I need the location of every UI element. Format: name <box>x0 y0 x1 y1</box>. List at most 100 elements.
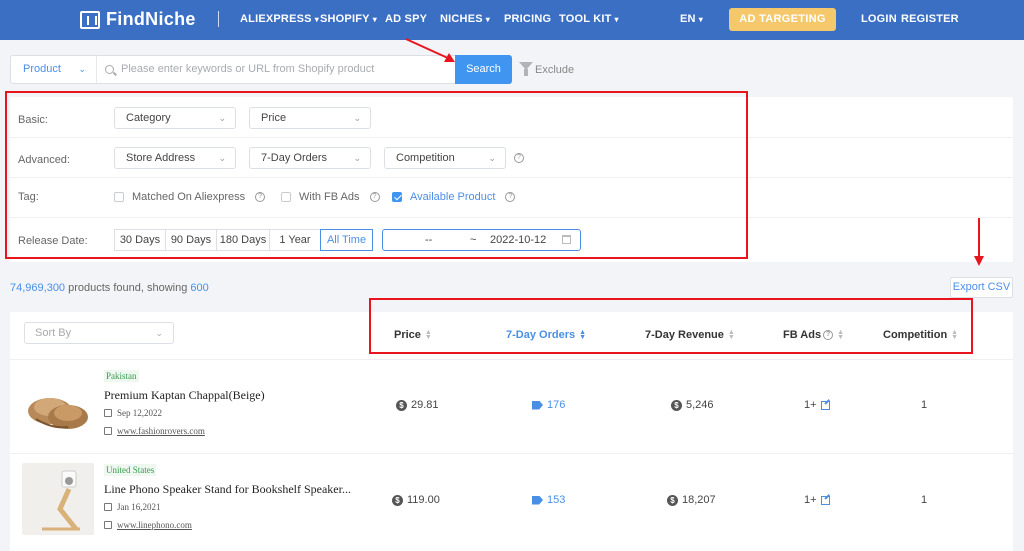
column-competition[interactable]: Competition ▲ ▼ <box>883 329 958 341</box>
checkbox-icon <box>281 192 291 202</box>
table-header: Sort By ⌄ Price ▲ ▼ 7-Day Orders ▲ ▼ 7-Day Re… <box>10 312 1013 360</box>
nav-item-pricing[interactable]: PRICING <box>504 13 551 25</box>
chevron-down-icon: ⌄ <box>218 113 226 123</box>
checkbox-checked-icon <box>392 192 402 202</box>
sort-icon: ▲ ▼ <box>579 329 587 342</box>
dollar-icon: $ <box>396 399 407 411</box>
product-image[interactable] <box>22 463 94 535</box>
price-cell: $29.81 <box>396 399 439 411</box>
search-type-select[interactable]: Product ⌄ <box>10 55 97 84</box>
help-icon[interactable]: ? <box>505 192 516 202</box>
nav-item-aliexpress[interactable]: ALIEXPRESS ▾ <box>240 13 319 25</box>
brand-name: FindNiche <box>106 9 196 29</box>
language-select[interactable]: EN ▾ <box>680 13 703 25</box>
tag-icon <box>532 400 543 410</box>
orders-cell: 176 <box>532 399 565 411</box>
chevron-down-icon: ▾ <box>314 15 319 24</box>
matched-aliexpress-checkbox[interactable]: Matched On Aliexpress? <box>114 191 266 203</box>
chevron-down-icon: ⌄ <box>78 64 86 74</box>
calendar-icon <box>562 235 571 244</box>
column-fb-ads[interactable]: FB Ads? ▲ ▼ <box>783 329 844 341</box>
column-7-day-orders[interactable]: 7-Day Orders ▲ ▼ <box>506 329 586 341</box>
price-select[interactable]: Price ⌄ <box>249 107 371 129</box>
help-icon[interactable]: ? <box>369 192 380 202</box>
ad-targeting-button[interactable]: AD TARGETING <box>729 8 836 31</box>
column-price[interactable]: Price ▲ ▼ <box>394 329 432 341</box>
search-button[interactable]: Search <box>455 55 512 84</box>
chevron-down-icon: ⌄ <box>155 328 163 338</box>
filter-panel: Basic: Category ⌄ Price ⌄ Advanced: Store … <box>10 97 1013 262</box>
competition-cell: 1 <box>921 399 928 411</box>
external-link-icon[interactable] <box>820 495 830 505</box>
dollar-icon: $ <box>671 399 682 411</box>
result-text: products found, showing <box>65 282 191 294</box>
help-icon[interactable]: ? <box>255 192 266 202</box>
product-store[interactable]: www.fashionrovers.com <box>104 426 205 436</box>
register-link[interactable]: REGISTER <box>901 13 959 25</box>
sort-icon: ▲ ▼ <box>727 329 735 342</box>
revenue-cell: $18,207 <box>667 494 716 506</box>
competition-select[interactable]: Competition ⌄ <box>384 147 506 169</box>
help-icon[interactable]: ? <box>823 330 834 341</box>
result-count: 74,969,300 <box>10 282 66 294</box>
chevron-down-icon: ▾ <box>614 15 619 24</box>
product-title[interactable]: Line Phono Speaker Stand for Bookshelf S… <box>104 482 351 497</box>
nav-item-ad-spy[interactable]: AD SPY <box>385 13 427 25</box>
search-placeholder: Please enter keywords or URL from Shopif… <box>121 63 375 75</box>
product-date: Sep 12,2022 <box>104 408 162 418</box>
fb-ads-cell[interactable]: 1+ <box>804 494 830 506</box>
tag-label: Tag: <box>18 191 39 203</box>
revenue-cell: $5,246 <box>671 399 714 411</box>
chevron-down-icon: ⌄ <box>353 113 361 123</box>
range-180-days[interactable]: 180 Days <box>216 229 270 251</box>
range-1-year[interactable]: 1 Year <box>269 229 321 251</box>
product-store[interactable]: www.linephono.com <box>104 520 192 530</box>
dollar-icon: $ <box>667 494 678 506</box>
export-csv-button[interactable]: Export CSV <box>950 277 1013 298</box>
date-separator: ~ <box>470 234 477 246</box>
table-row[interactable]: Pakistan Premium Kaptan Chappal(Beige) S… <box>10 360 1013 454</box>
range-all-time[interactable]: All Time <box>320 229 373 251</box>
table-row[interactable]: United States Line Phono Speaker Stand f… <box>10 454 1013 551</box>
logo[interactable]: FindNiche <box>80 9 196 30</box>
store-icon <box>104 521 112 529</box>
date-from[interactable]: -- <box>425 230 432 250</box>
exclude-button[interactable]: Exclude <box>519 62 574 76</box>
tag-icon <box>532 495 543 505</box>
chevron-down-icon: ⌄ <box>488 153 496 163</box>
nav-item-niches[interactable]: NICHES ▾ <box>440 13 490 25</box>
seven-day-orders-select[interactable]: 7-Day Orders ⌄ <box>249 147 371 169</box>
sort-icon: ▲ ▼ <box>424 329 432 342</box>
release-date-label: Release Date: <box>18 235 88 247</box>
store-icon <box>104 427 112 435</box>
range-30-days[interactable]: 30 Days <box>114 229 166 251</box>
price-cell: $119.00 <box>392 494 440 506</box>
dollar-icon: $ <box>392 494 403 506</box>
basic-label: Basic: <box>18 114 48 126</box>
product-image[interactable] <box>22 371 94 443</box>
chevron-down-icon: ▾ <box>372 15 377 24</box>
available-product-checkbox[interactable]: Available Product? <box>392 191 516 203</box>
fb-ads-cell[interactable]: 1+ <box>804 399 830 411</box>
sort-icon: ▲ ▼ <box>951 329 959 342</box>
sort-icon: ▲ ▼ <box>837 329 845 342</box>
exclude-label: Exclude <box>535 64 575 76</box>
range-90-days[interactable]: 90 Days <box>165 229 217 251</box>
category-select[interactable]: Category ⌄ <box>114 107 236 129</box>
search-input[interactable]: Please enter keywords or URL from Shopif… <box>96 55 456 84</box>
product-table: Sort By ⌄ Price ▲ ▼ 7-Day Orders ▲ ▼ 7-Day Re… <box>10 312 1013 551</box>
nav-item-tool-kit[interactable]: TOOL KIT ▾ <box>559 13 619 25</box>
nav-item-shopify[interactable]: SHOPIFY ▾ <box>320 13 377 25</box>
login-link[interactable]: LOGIN <box>861 13 897 25</box>
country-tag: United States <box>104 464 157 476</box>
sort-by-select[interactable]: Sort By ⌄ <box>24 322 174 344</box>
date-to[interactable]: 2022-10-12 <box>490 230 546 250</box>
date-range-picker[interactable]: -- ~ 2022-10-12 <box>382 229 581 251</box>
with-fb-ads-checkbox[interactable]: With FB Ads? <box>281 191 380 203</box>
help-icon[interactable]: ? <box>514 153 524 163</box>
external-link-icon[interactable] <box>820 400 830 410</box>
chevron-down-icon: ▾ <box>485 15 490 24</box>
product-title[interactable]: Premium Kaptan Chappal(Beige) <box>104 388 265 403</box>
column-7-day-revenue[interactable]: 7-Day Revenue ▲ ▼ <box>645 329 735 341</box>
store-address-select[interactable]: Store Address ⌄ <box>114 147 236 169</box>
